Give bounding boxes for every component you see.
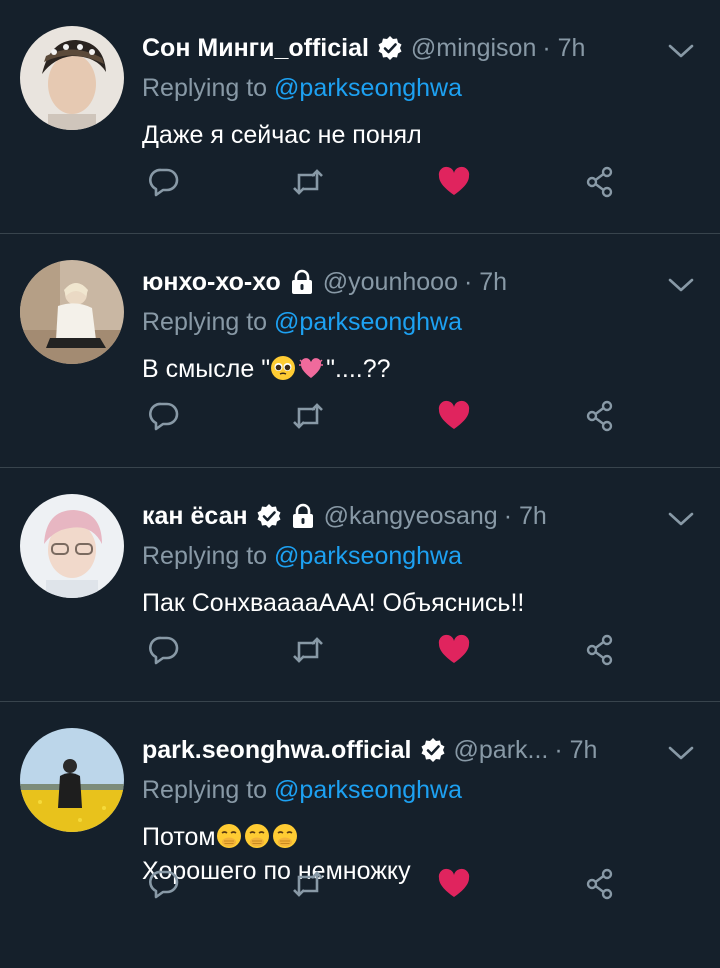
tweet-text-line: Потом — [142, 820, 702, 854]
reply-prefix: Replying to — [142, 776, 275, 804]
reply-mention-link[interactable]: @parkseonghwa — [274, 542, 462, 570]
timestamp[interactable]: · 7h — [542, 34, 585, 63]
reply-context: Replying to @parkseonghwa — [142, 542, 702, 576]
lock-icon — [289, 269, 315, 295]
share-icon[interactable] — [578, 160, 622, 204]
reply-context: Replying to @parkseonghwa — [142, 308, 702, 342]
avatar[interactable] — [20, 26, 124, 130]
reply-mention-link[interactable]: @parkseonghwa — [274, 776, 462, 804]
tweet-actions — [142, 160, 720, 204]
avatar[interactable] — [20, 494, 124, 598]
tweet[interactable]: Сон Минги_official @mingison · 7h Replyi… — [0, 0, 720, 234]
tweet-text-line: Даже я сейчас не понял — [142, 121, 422, 149]
tweet-feed: Сон Минги_official @mingison · 7h Replyi… — [0, 0, 720, 936]
tweet[interactable]: park.seonghwa.official @park... · 7h Rep… — [0, 702, 720, 936]
reply-prefix: Replying to — [142, 308, 275, 336]
reply-mention-link[interactable]: @parkseonghwa — [274, 74, 462, 102]
retweet-icon[interactable] — [286, 160, 330, 204]
retweet-icon[interactable] — [286, 628, 330, 672]
share-icon[interactable] — [578, 628, 622, 672]
hand-over-mouth-face-icon — [244, 823, 270, 849]
heart-icon[interactable] — [432, 628, 476, 672]
user-handle[interactable]: @park... — [454, 736, 549, 765]
tweet-text-part: В смысле " — [142, 355, 271, 383]
user-handle[interactable]: @younhooo — [323, 268, 458, 297]
retweet-icon[interactable] — [286, 862, 330, 906]
heart-icon[interactable] — [432, 394, 476, 438]
hand-over-mouth-face-icon — [216, 823, 242, 849]
user-handle[interactable]: @kangyeosang — [324, 502, 498, 531]
heart-icon[interactable] — [432, 160, 476, 204]
timestamp[interactable]: · 7h — [554, 736, 597, 765]
user-handle[interactable]: @mingison — [411, 34, 536, 63]
lock-icon — [290, 503, 316, 529]
avatar[interactable] — [20, 260, 124, 364]
tweet-text: Даже я сейчас не понял — [142, 118, 702, 152]
timestamp[interactable]: · 7h — [504, 502, 547, 531]
retweet-icon[interactable] — [286, 394, 330, 438]
display-name[interactable]: кан ёсан — [142, 502, 248, 531]
reply-icon[interactable] — [142, 862, 186, 906]
reply-icon[interactable] — [142, 394, 186, 438]
timestamp[interactable]: · 7h — [464, 268, 507, 297]
tweet-actions — [142, 628, 720, 672]
verified-badge-icon — [420, 737, 446, 763]
reply-mention-link[interactable]: @parkseonghwa — [274, 308, 462, 336]
chevron-down-icon[interactable] — [666, 36, 696, 66]
reply-icon[interactable] — [142, 160, 186, 204]
tweet-text-line: В смысле " "....?? — [142, 352, 702, 386]
share-icon[interactable] — [578, 394, 622, 438]
chevron-down-icon[interactable] — [666, 738, 696, 768]
tweet[interactable]: юнхо-хо-хо @younhooo · 7h Replying to @p… — [0, 234, 720, 468]
reply-prefix: Replying to — [142, 74, 275, 102]
tweet-text: В смысле " "....?? — [142, 352, 702, 386]
reply-context: Replying to @parkseonghwa — [142, 776, 702, 810]
chevron-down-icon[interactable] — [666, 270, 696, 300]
display-name[interactable]: park.seonghwa.official — [142, 736, 412, 765]
reply-prefix: Replying to — [142, 542, 275, 570]
avatar[interactable] — [20, 728, 124, 832]
hand-over-mouth-face-icon — [272, 823, 298, 849]
display-name[interactable]: юнхо-хо-хо — [142, 268, 281, 297]
tweet-actions — [142, 394, 720, 438]
verified-badge-icon — [377, 35, 403, 61]
display-name[interactable]: Сон Минги_official — [142, 34, 369, 63]
share-icon[interactable] — [578, 862, 622, 906]
heart-icon[interactable] — [432, 862, 476, 906]
tweet[interactable]: кан ёсан @kangyeosang · 7h Replying to @… — [0, 468, 720, 702]
tweet-actions — [142, 862, 720, 906]
heart-pulse-icon — [298, 355, 324, 381]
pleading-face-icon — [270, 355, 296, 381]
tweet-text-part: Потом — [142, 823, 216, 851]
reply-icon[interactable] — [142, 628, 186, 672]
reply-context: Replying to @parkseonghwa — [142, 74, 702, 108]
tweet-text: Пак СонхваaaaAAA! Объяснись!! — [142, 586, 702, 620]
tweet-text-line: Пак СонхваaaaAAA! Объяснись!! — [142, 589, 525, 617]
chevron-down-icon[interactable] — [666, 504, 696, 534]
verified-badge-icon — [256, 503, 282, 529]
tweet-text-part: "....?? — [326, 355, 391, 383]
